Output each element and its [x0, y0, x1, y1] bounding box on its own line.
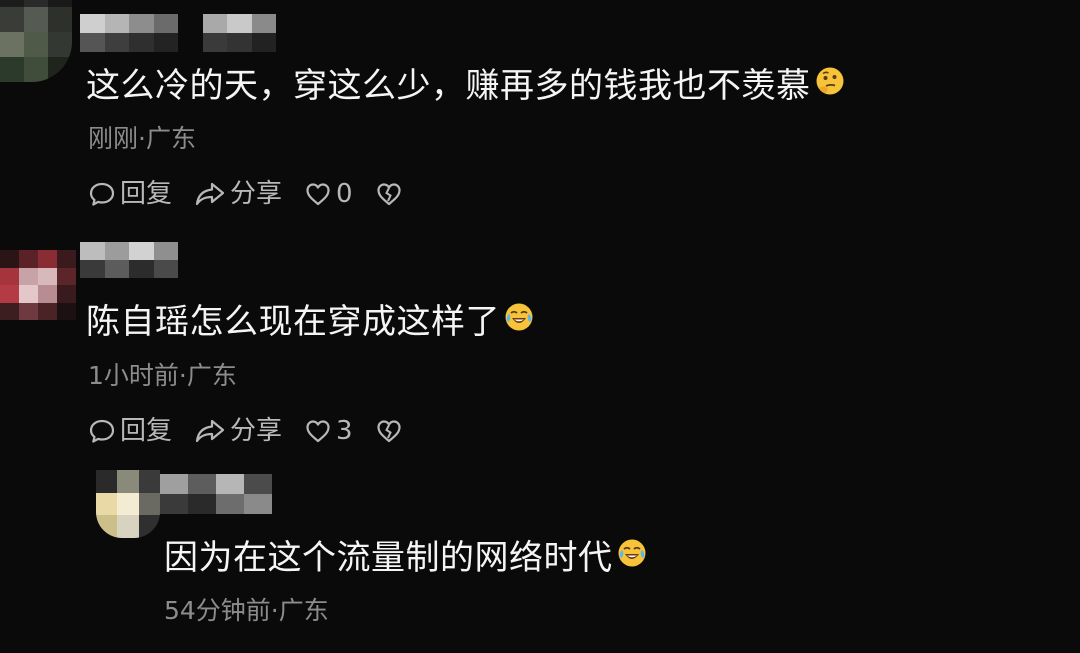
- avatar[interactable]: [96, 470, 160, 538]
- comment-meta: 1小时前·广东: [88, 361, 237, 390]
- avatar[interactable]: [0, 250, 76, 320]
- like-button[interactable]: 0: [304, 179, 353, 209]
- username-blurred[interactable]: [80, 242, 178, 278]
- comment-text-content: 因为在这个流量制的网络时代: [164, 538, 613, 578]
- comment-meta: 54分钟前·广东: [164, 596, 329, 625]
- thinking-face-emoji: [815, 65, 845, 105]
- comment-text-content: 这么冷的天，穿这么少，赚再多的钱我也不羡慕: [86, 66, 811, 106]
- username-blurred[interactable]: [160, 474, 272, 514]
- like-count: 3: [336, 416, 353, 446]
- comment-actions: 回复 分享 3: [88, 414, 429, 448]
- crying-laughing-emoji: [504, 301, 534, 341]
- dislike-button[interactable]: [375, 417, 407, 445]
- like-button[interactable]: 3: [304, 416, 353, 446]
- reply-button[interactable]: 回复: [88, 179, 172, 209]
- heart-icon: [306, 183, 330, 206]
- share-arrow-icon: [195, 419, 225, 443]
- like-count: 0: [336, 179, 353, 209]
- share-label: 分享: [230, 179, 283, 209]
- share-button[interactable]: 分享: [194, 179, 282, 209]
- share-label: 分享: [230, 416, 283, 446]
- comment-meta: 刚刚·广东: [88, 124, 196, 153]
- dislike-button[interactable]: [375, 180, 407, 208]
- comment-actions: 回复 分享 0: [88, 177, 429, 211]
- speech-bubble-icon: [89, 419, 115, 443]
- comment-text: 这么冷的天，穿这么少，赚再多的钱我也不羡慕: [86, 66, 845, 108]
- broken-heart-icon: [376, 183, 401, 206]
- username-blurred[interactable]: [80, 14, 276, 52]
- reply-label: 回复: [120, 416, 173, 446]
- share-button[interactable]: 分享: [194, 416, 282, 446]
- heart-icon: [306, 420, 330, 443]
- speech-bubble-icon: [89, 182, 115, 206]
- reply-label: 回复: [120, 179, 173, 209]
- broken-heart-icon: [376, 420, 401, 443]
- comment-text-content: 陈自瑶怎么现在穿成这样了: [86, 302, 500, 342]
- comment-text: 因为在这个流量制的网络时代: [164, 538, 647, 580]
- reply-button[interactable]: 回复: [88, 416, 172, 446]
- crying-laughing-emoji: [617, 537, 647, 577]
- comment-text: 陈自瑶怎么现在穿成这样了: [86, 302, 534, 344]
- avatar[interactable]: [0, 0, 72, 82]
- share-arrow-icon: [195, 182, 225, 206]
